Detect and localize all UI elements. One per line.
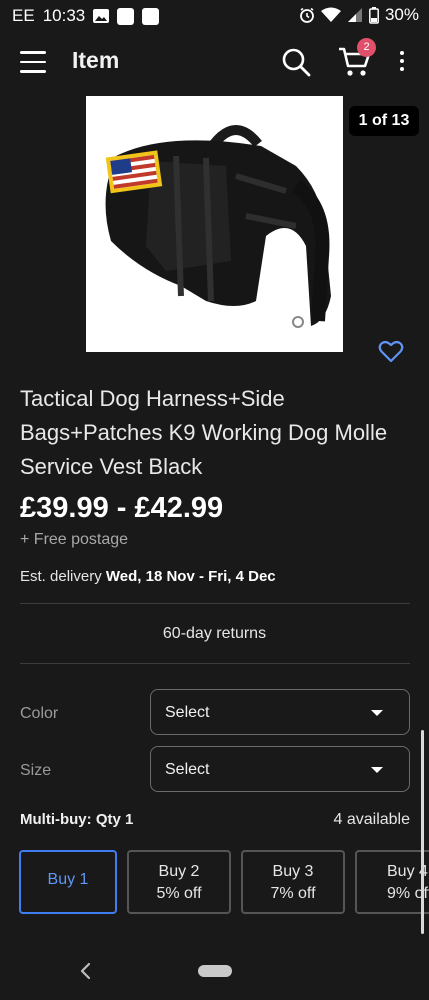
returns-policy: 60-day returns bbox=[162, 625, 267, 642]
harness-image bbox=[105, 125, 331, 328]
scrollbar[interactable] bbox=[421, 730, 424, 934]
divider bbox=[20, 663, 410, 664]
buy-option-discount: 7% off bbox=[270, 885, 316, 902]
color-select[interactable]: Select bbox=[150, 689, 410, 735]
carrier-label: EE bbox=[12, 6, 35, 25]
size-select-value: Select bbox=[165, 761, 210, 778]
alarm-icon bbox=[300, 7, 314, 23]
cart-count-badge: 2 bbox=[357, 38, 376, 57]
delivery-estimate: Est. delivery Wed, 18 Nov - Fri, 4 Dec bbox=[20, 568, 276, 585]
buy-option-title: Buy 2 bbox=[158, 863, 200, 880]
buy-option-3[interactable]: Buy 3 7% off bbox=[241, 850, 345, 914]
signal-icon bbox=[347, 8, 362, 22]
home-pill[interactable] bbox=[198, 965, 232, 977]
buy-option-1[interactable]: Buy 1 bbox=[19, 850, 117, 914]
buy-option-title: Buy 3 bbox=[272, 863, 314, 880]
back-icon[interactable] bbox=[78, 962, 92, 980]
menu-icon[interactable] bbox=[20, 51, 46, 73]
available-count: 4 available bbox=[333, 811, 411, 828]
product-price: £39.99 - £42.99 bbox=[20, 492, 224, 524]
gallery-notification-icon bbox=[93, 9, 110, 23]
notification-icon bbox=[142, 7, 160, 25]
product-image[interactable] bbox=[86, 96, 343, 352]
battery-label: 30% bbox=[384, 5, 419, 24]
buy-option-discount: 5% off bbox=[156, 885, 202, 902]
search-icon[interactable] bbox=[281, 47, 311, 77]
multibuy-label: Multi-buy: Qty 1 bbox=[20, 811, 134, 828]
status-left: EE 10:33 bbox=[12, 6, 160, 26]
status-right: 30% bbox=[299, 5, 419, 25]
buy-option-4[interactable]: Buy 4 9% off bbox=[355, 850, 429, 914]
delivery-dates: Wed, 18 Nov - Fri, 4 Dec bbox=[105, 568, 276, 585]
chevron-down-icon bbox=[371, 710, 383, 716]
status-bar: EE 10:33 30% bbox=[0, 0, 429, 32]
color-label: Color bbox=[20, 705, 59, 722]
product-title: Tactical Dog Harness+Side Bags+Patches K… bbox=[20, 386, 388, 479]
time-label: 10:33 bbox=[42, 6, 86, 25]
color-select-value: Select bbox=[165, 704, 210, 721]
divider bbox=[20, 603, 410, 604]
chevron-down-icon bbox=[371, 767, 383, 773]
heart-icon[interactable] bbox=[378, 340, 404, 364]
buy-option-2[interactable]: Buy 2 5% off bbox=[127, 850, 231, 914]
battery-icon bbox=[369, 6, 379, 24]
image-counter-badge: 1 of 13 bbox=[349, 106, 419, 136]
notification-icon bbox=[117, 7, 135, 25]
delivery-prefix: Est. delivery bbox=[20, 568, 102, 585]
size-label: Size bbox=[20, 762, 52, 779]
wifi-icon bbox=[320, 7, 341, 22]
buy-option-title: Buy 1 bbox=[47, 871, 89, 888]
size-select[interactable]: Select bbox=[150, 746, 410, 792]
flag-patch bbox=[105, 150, 163, 194]
more-options-icon[interactable] bbox=[395, 51, 409, 75]
page-title: Item bbox=[72, 47, 120, 73]
postage-info: + Free postage bbox=[20, 531, 129, 548]
